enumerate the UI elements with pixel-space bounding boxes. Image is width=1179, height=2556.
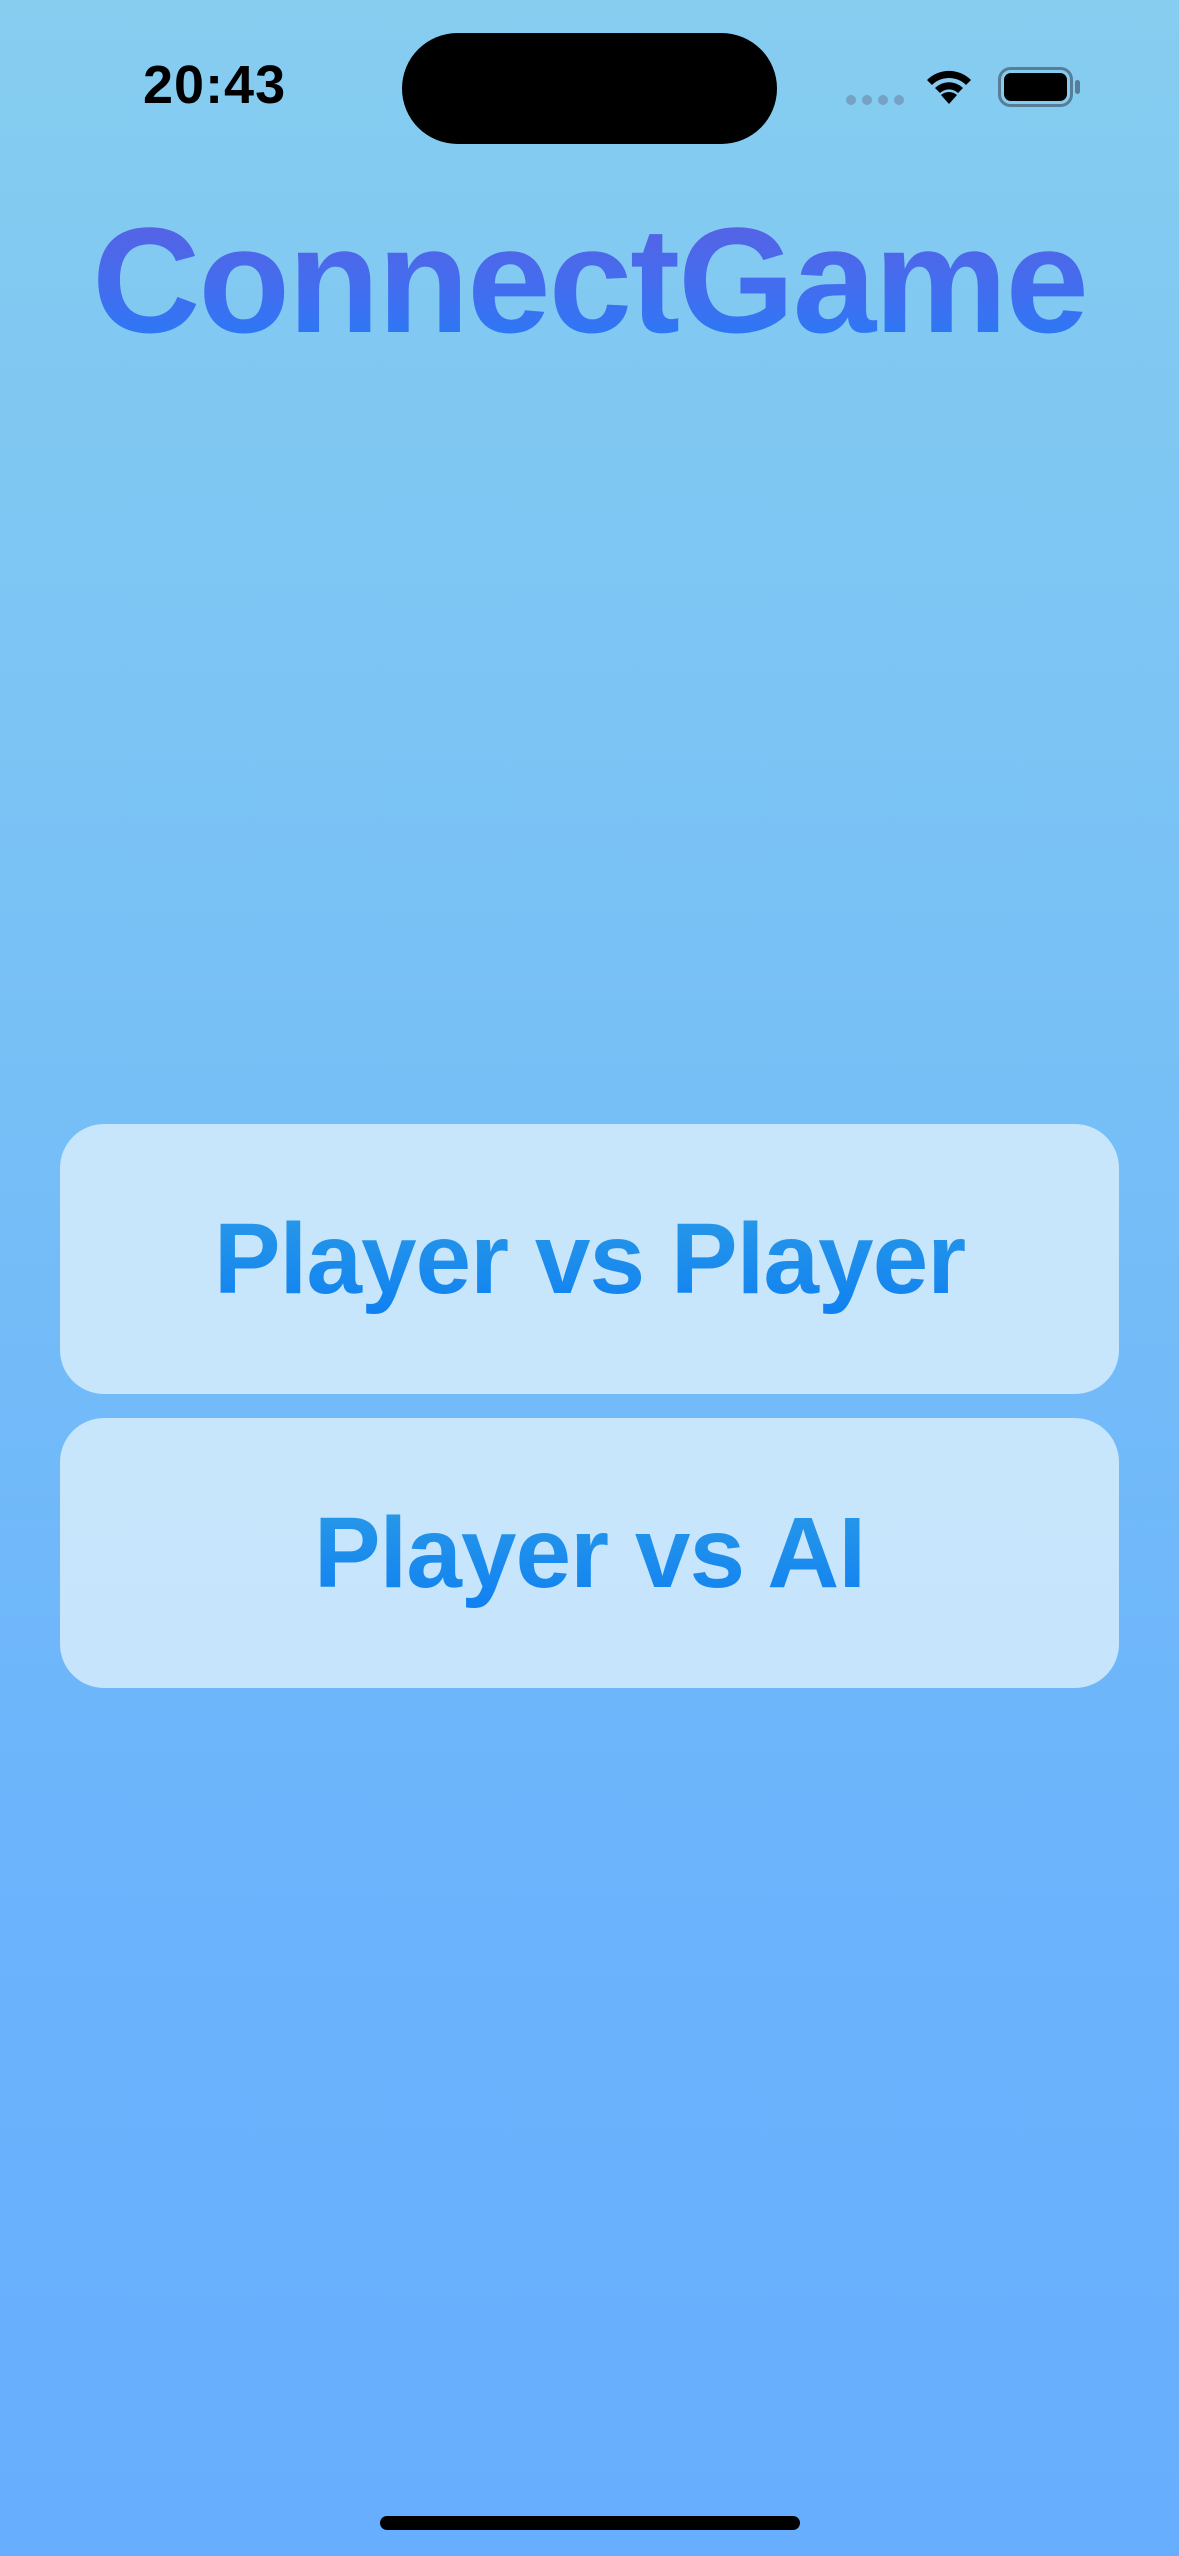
home-indicator[interactable] [380,2516,800,2530]
status-time: 20:43 [143,55,287,115]
cellular-signal-icon [846,95,904,105]
player-vs-ai-label: Player vs AI [313,1496,866,1609]
status-bar: 20:43 [0,0,1179,170]
player-vs-player-button[interactable]: Player vs Player [60,1124,1119,1394]
player-vs-ai-button[interactable]: Player vs AI [60,1418,1119,1688]
app-title: ConnectGame [0,195,1179,365]
dynamic-island [402,33,777,144]
player-vs-player-label: Player vs Player [213,1202,966,1315]
wifi-icon [927,70,971,104]
battery-icon [998,67,1080,107]
